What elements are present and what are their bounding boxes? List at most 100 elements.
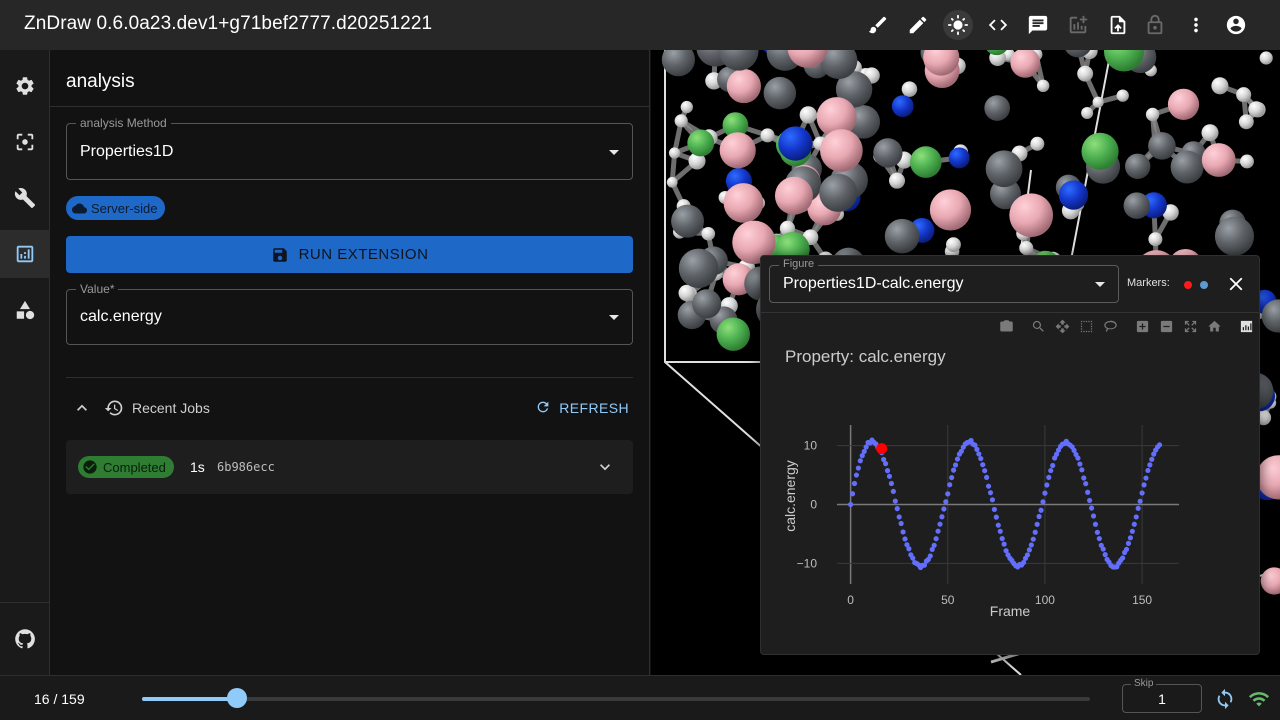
skip-input[interactable]: Skip 1 [1122, 678, 1202, 713]
account-icon[interactable] [1221, 10, 1251, 40]
pencil-icon[interactable] [903, 10, 933, 40]
data-point [1032, 529, 1038, 535]
brightness-icon[interactable] [943, 10, 973, 40]
rail-item-selection[interactable] [0, 118, 50, 166]
analysis-method-value: Properties1D [80, 143, 174, 160]
figure-select[interactable]: Figure Properties1D-calc.energy [769, 258, 1119, 303]
brush-icon[interactable] [863, 10, 893, 40]
rail-item-github[interactable] [0, 615, 50, 663]
data-point [1102, 552, 1108, 558]
history-icon [104, 398, 124, 418]
x-axis-label: Frame [990, 603, 1031, 619]
data-point [896, 514, 902, 520]
server-side-label: Server-side [91, 200, 158, 216]
data-point [1147, 462, 1153, 468]
frame-slider-thumb[interactable] [227, 688, 248, 708]
y-axis-label: calc.energy [782, 460, 798, 532]
close-figure-button[interactable] [1225, 273, 1247, 295]
refresh-label: REFRESH [559, 400, 629, 416]
zoom-in-icon[interactable] [1133, 317, 1151, 335]
jobs-divider [66, 377, 633, 378]
data-point [987, 490, 994, 496]
plot-title: Property: calc.energy [785, 347, 946, 366]
data-point [1100, 546, 1106, 552]
data-point [855, 465, 861, 471]
frame-slider-track[interactable] [142, 697, 1090, 701]
data-point [1088, 505, 1095, 511]
property-plot[interactable]: Property: calc.energy 0 50 100 150 −10 0 10 Fr… [761, 336, 1259, 654]
rail-item-build[interactable] [0, 174, 50, 222]
more-vert-icon[interactable] [1181, 10, 1211, 40]
rail-item-shapes[interactable] [0, 286, 50, 334]
loop-icon[interactable] [1214, 688, 1236, 710]
data-point [888, 480, 895, 487]
data-point [950, 467, 957, 473]
autoscale-icon[interactable] [1181, 317, 1199, 335]
analysis-method-select[interactable]: analysis Method Properties1D [66, 116, 633, 180]
rail-item-analysis[interactable] [0, 230, 50, 278]
frame-counter: 16 / 159 [34, 691, 85, 707]
lock-icon [1140, 10, 1170, 40]
data-point [980, 462, 986, 468]
data-point [863, 444, 869, 450]
data-point [935, 528, 941, 534]
x-tick-label: 150 [1132, 593, 1152, 607]
data-point [892, 498, 898, 504]
rail-item-settings[interactable] [0, 62, 50, 110]
marker-color-red[interactable] [1184, 281, 1192, 289]
app-root: ZnDraw 0.6.0a23.dev1+g71bef2777.d2025122… [0, 0, 1280, 720]
data-point [1127, 535, 1134, 541]
zoom-out-icon[interactable] [1157, 317, 1175, 335]
close-icon [1229, 277, 1243, 291]
data-point [927, 553, 933, 559]
data-point [949, 474, 955, 481]
collapse-jobs-button[interactable] [72, 398, 92, 418]
data-point [898, 520, 904, 527]
selection-icon [16, 133, 34, 151]
data-point [984, 474, 990, 480]
data-point [890, 488, 896, 494]
refresh-button[interactable]: REFRESH [535, 396, 629, 420]
pan-icon[interactable] [1053, 317, 1071, 335]
plotly-logo-icon[interactable] [1237, 317, 1255, 335]
expand-job-button[interactable] [595, 457, 615, 477]
marker-color-blue[interactable] [1200, 281, 1208, 289]
analysis-method-label: analysis Method [76, 116, 171, 130]
data-point [1139, 490, 1145, 496]
job-row[interactable]: Completed 1s 6b986ecc [66, 440, 633, 494]
value-selected: calc.energy [80, 308, 162, 325]
panel-title: analysis [66, 71, 135, 92]
data-point [1081, 475, 1087, 481]
lasso-icon[interactable] [1101, 317, 1119, 335]
data-point [1038, 507, 1044, 513]
data-point [882, 461, 889, 467]
data-point [999, 535, 1005, 542]
zoom-icon[interactable] [1029, 317, 1047, 335]
data-point [978, 455, 984, 462]
dropdown-arrow-icon [1095, 282, 1105, 287]
data-point [943, 499, 949, 505]
camera-icon[interactable] [997, 317, 1015, 335]
data-point [848, 501, 854, 508]
data-point [886, 473, 893, 479]
data-point [1030, 536, 1036, 542]
job-id: 6b986ecc [217, 460, 275, 474]
data-point [1085, 489, 1091, 495]
home-icon[interactable] [1205, 317, 1223, 335]
box-select-icon[interactable] [1077, 317, 1095, 335]
value-select[interactable]: Value* calc.energy [66, 282, 633, 345]
figure-select-value: Properties1D-calc.energy [783, 275, 964, 292]
code-icon[interactable] [983, 10, 1013, 40]
comment-icon[interactable] [1023, 10, 1053, 40]
data-point [1129, 528, 1135, 534]
analysis-panel: analysis analysis Method Properties1D Se… [50, 50, 650, 675]
data-point [851, 480, 858, 487]
build-icon [14, 188, 36, 209]
data-point [985, 483, 992, 489]
data-point [1135, 505, 1141, 511]
dropdown-arrow-icon [609, 315, 619, 320]
data-point [974, 446, 980, 452]
run-extension-button[interactable]: RUN EXTENSION [66, 236, 633, 273]
upload-file-icon[interactable] [1103, 10, 1133, 40]
frame-slider-fill [142, 697, 238, 701]
